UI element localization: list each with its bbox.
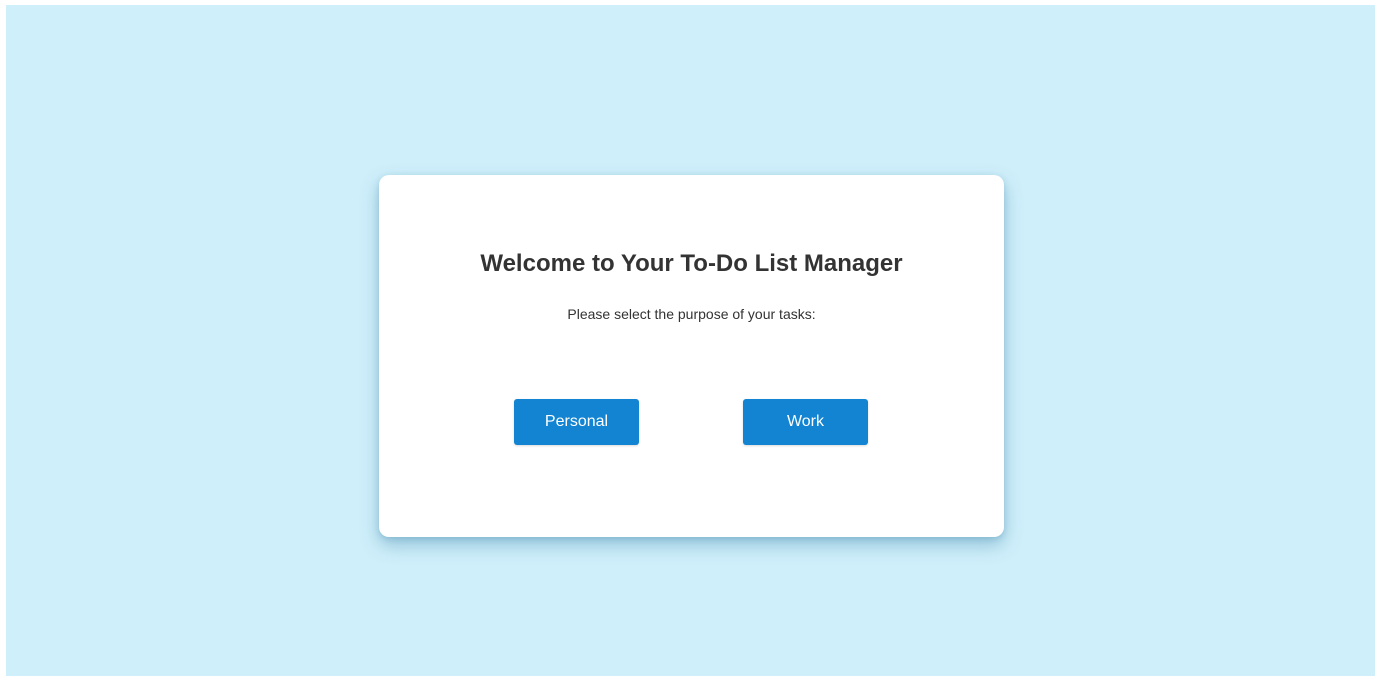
page-background: Welcome to Your To-Do List Manager Pleas… [6,5,1375,676]
personal-button[interactable]: Personal [514,399,639,445]
work-button[interactable]: Work [743,399,868,445]
welcome-card: Welcome to Your To-Do List Manager Pleas… [379,175,1004,537]
page-title: Welcome to Your To-Do List Manager [480,250,903,277]
purpose-prompt: Please select the purpose of your tasks: [567,306,816,322]
